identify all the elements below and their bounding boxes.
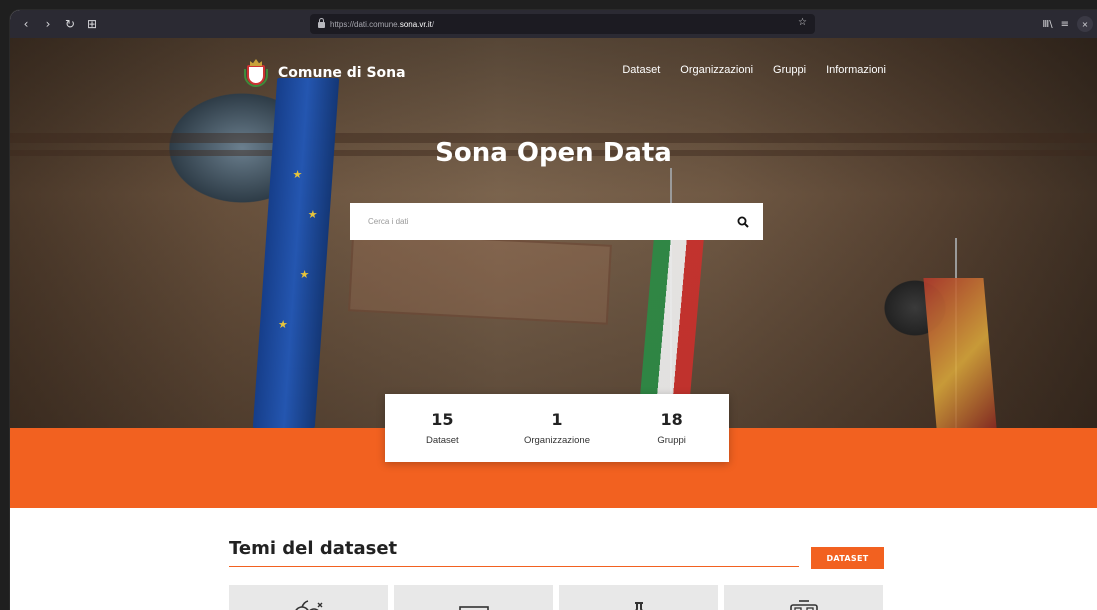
forward-icon[interactable]: › [38, 14, 58, 34]
address-bar[interactable]: https://dati.comune. sona.vr.it / ☆ [310, 14, 815, 34]
bookmark-star-icon[interactable]: ☆ [798, 17, 807, 28]
transport-icon [789, 600, 818, 610]
menu-icon[interactable]: ≡ [1061, 19, 1069, 30]
browser-window: ‹ › ↻ ⊞ https://dati.comune. sona.vr.it / … [10, 10, 1097, 610]
stat-value: 18 [660, 410, 683, 429]
hero-section: ★ ★ ★ ★ Comune di Sona Dataset Organizzazio… [10, 38, 1097, 428]
flask-icon [634, 602, 643, 610]
brand-name: Comune di Sona [278, 65, 406, 81]
presentation-board-icon [458, 606, 489, 610]
stat-gruppi[interactable]: 18 Gruppi [617, 410, 727, 446]
theme-card[interactable] [229, 585, 388, 610]
themes-title: Temi del dataset [229, 538, 398, 559]
reload-icon[interactable]: ↻ [60, 14, 80, 34]
menu-organizzazioni[interactable]: Organizzazioni [680, 64, 753, 76]
themes-divider [229, 566, 799, 567]
fruit-vegetables-icon [294, 600, 322, 610]
stats-box: 15 Dataset 1 Organizzazione 18 Gruppi [385, 394, 729, 462]
municipio-sign-image [348, 231, 612, 325]
stat-value: 1 [551, 410, 563, 429]
main-menu: Dataset Organizzazioni Gruppi Informazio… [622, 64, 886, 76]
lock-icon [318, 18, 325, 28]
url-host: sona.vr.it [399, 19, 432, 29]
italian-flag-image [638, 238, 704, 418]
theme-card[interactable] [559, 585, 718, 610]
eu-flag-image: ★ ★ ★ ★ [252, 78, 340, 428]
menu-informazioni[interactable]: Informazioni [826, 64, 886, 76]
theme-cards [229, 585, 883, 610]
stat-label: Dataset [425, 435, 459, 446]
stat-label: Gruppi [657, 435, 686, 446]
theme-card[interactable] [394, 585, 553, 610]
dataset-button[interactable]: DATASET [811, 547, 884, 569]
new-tab-icon[interactable]: ⊞ [82, 14, 102, 34]
close-window-icon[interactable]: × [1077, 16, 1093, 32]
site-navbar: Comune di Sona Dataset Organizzazioni Gr… [10, 38, 1097, 108]
stat-label: Organizzazione [523, 435, 590, 446]
browser-toolbar: ‹ › ↻ ⊞ https://dati.comune. sona.vr.it / … [10, 10, 1097, 38]
coat-of-arms-icon [244, 59, 268, 87]
hero-title: Sona Open Data [435, 138, 672, 168]
menu-dataset[interactable]: Dataset [622, 64, 660, 76]
search-box[interactable]: Cerca i dati [350, 203, 763, 240]
theme-card[interactable] [724, 585, 883, 610]
search-input[interactable]: Cerca i dati [350, 217, 723, 226]
menu-gruppi[interactable]: Gruppi [773, 64, 806, 76]
site-brand[interactable]: Comune di Sona [244, 59, 406, 87]
back-icon[interactable]: ‹ [16, 14, 36, 34]
url-prefix: https://dati.comune. [330, 19, 400, 29]
stat-value: 15 [431, 410, 454, 429]
search-icon[interactable] [723, 203, 763, 240]
stat-organizzazione[interactable]: 1 Organizzazione [502, 410, 612, 446]
veneto-flag-image [923, 278, 997, 428]
library-icon[interactable]: Ⅲ\ [1042, 19, 1052, 30]
url-suffix: / [431, 19, 435, 29]
stat-dataset[interactable]: 15 Dataset [387, 410, 497, 446]
